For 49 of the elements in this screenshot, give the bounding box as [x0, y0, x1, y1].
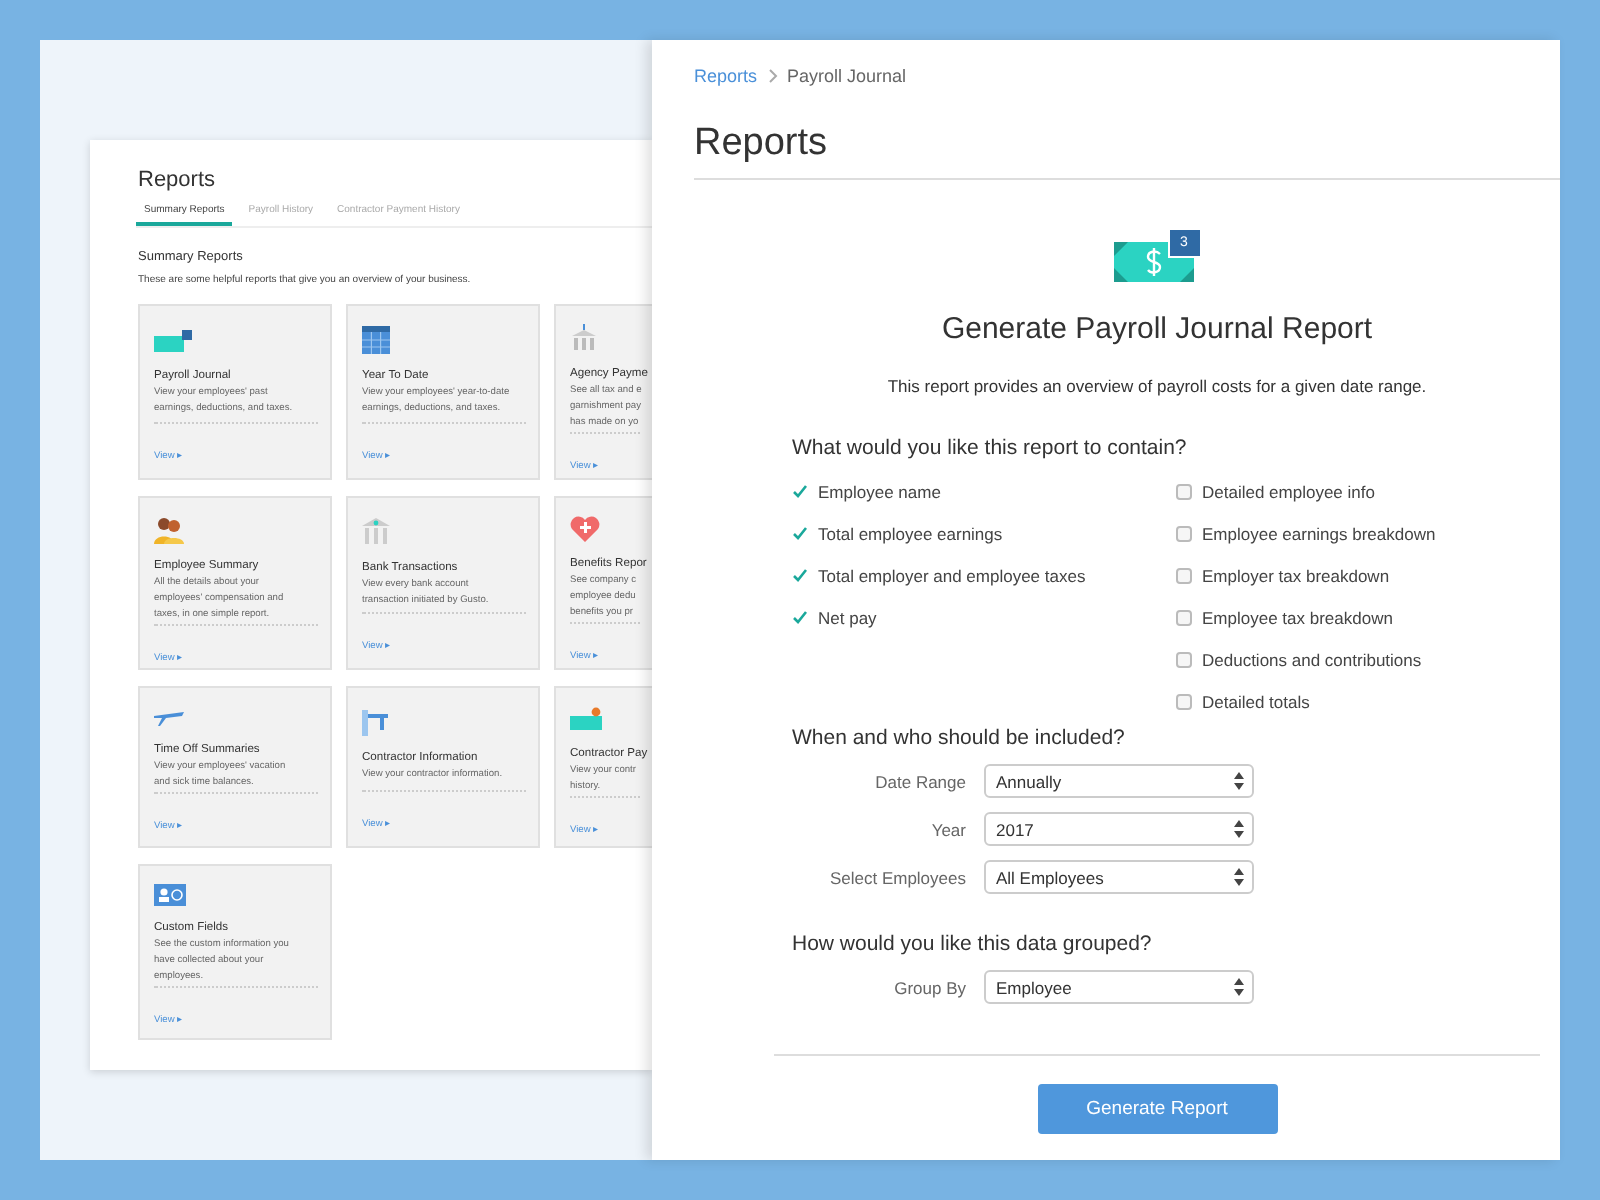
option-label: Total employee earnings — [818, 523, 1003, 543]
breadcrumb-link[interactable]: Reports — [694, 64, 758, 88]
checkbox[interactable] — [1176, 525, 1192, 541]
spinner-arrows-icon — [1234, 978, 1244, 996]
report-heading: Generate Payroll Journal Report — [941, 310, 1373, 350]
checkbox[interactable] — [1176, 483, 1192, 499]
generate-report-button[interactable]: Generate Report — [1037, 1084, 1277, 1134]
heart-icon — [570, 516, 600, 542]
report-description: This report provides an overview of payroll costs for a given date range. — [887, 374, 1427, 398]
money-icon — [570, 706, 606, 732]
option-label: Employee earnings breakdown — [1202, 523, 1436, 543]
option-label: Employee tax breakdown — [1202, 607, 1393, 627]
checkbox[interactable] — [1176, 651, 1192, 667]
option-label: Net pay — [818, 607, 877, 627]
section-question: What would you like this report to contain? — [792, 434, 1189, 462]
option-label: Detailed employee info — [1202, 481, 1375, 501]
id-card-icon — [154, 884, 186, 906]
section-question: How would you like this data grouped? — [792, 930, 1154, 958]
chevron-icon — [767, 68, 778, 84]
select-field[interactable]: All Employees — [984, 860, 1254, 894]
checkbox[interactable] — [1176, 567, 1192, 583]
bank-icon — [362, 518, 390, 546]
field-label: Select Employees — [827, 867, 966, 887]
field-label: Year — [929, 819, 966, 839]
building-icon — [570, 324, 598, 352]
airplane-icon — [154, 706, 184, 728]
checkbox[interactable] — [1176, 609, 1192, 625]
people-icon — [154, 516, 184, 544]
page-title: Reports — [694, 120, 830, 168]
select-field[interactable]: Employee — [984, 970, 1254, 1004]
field-label: Group By — [892, 977, 966, 997]
checkbox[interactable] — [1176, 693, 1192, 709]
option-label: Total employer and employee taxes — [818, 565, 1086, 585]
spinner-arrows-icon — [1234, 772, 1244, 790]
breadcrumb-current: Payroll Journal — [787, 64, 907, 88]
select-field[interactable]: 2017 — [984, 812, 1254, 846]
page-title: Reports — [138, 166, 218, 194]
spinner-arrows-icon — [1234, 868, 1244, 886]
option-label: Employee name — [818, 481, 941, 501]
spinner-arrows-icon — [1234, 820, 1244, 838]
field-label: Date Range — [873, 771, 966, 791]
money-icon — [154, 328, 194, 354]
ruler-icon — [362, 708, 390, 736]
section-question: When and who should be included? — [792, 724, 1127, 752]
option-label: Detailed totals — [1202, 691, 1310, 711]
option-label: Employer tax breakdown — [1202, 565, 1390, 585]
calendar-icon — [362, 326, 390, 354]
select-field[interactable]: Annually — [984, 764, 1254, 798]
option-label: Deductions and contributions — [1202, 649, 1422, 669]
